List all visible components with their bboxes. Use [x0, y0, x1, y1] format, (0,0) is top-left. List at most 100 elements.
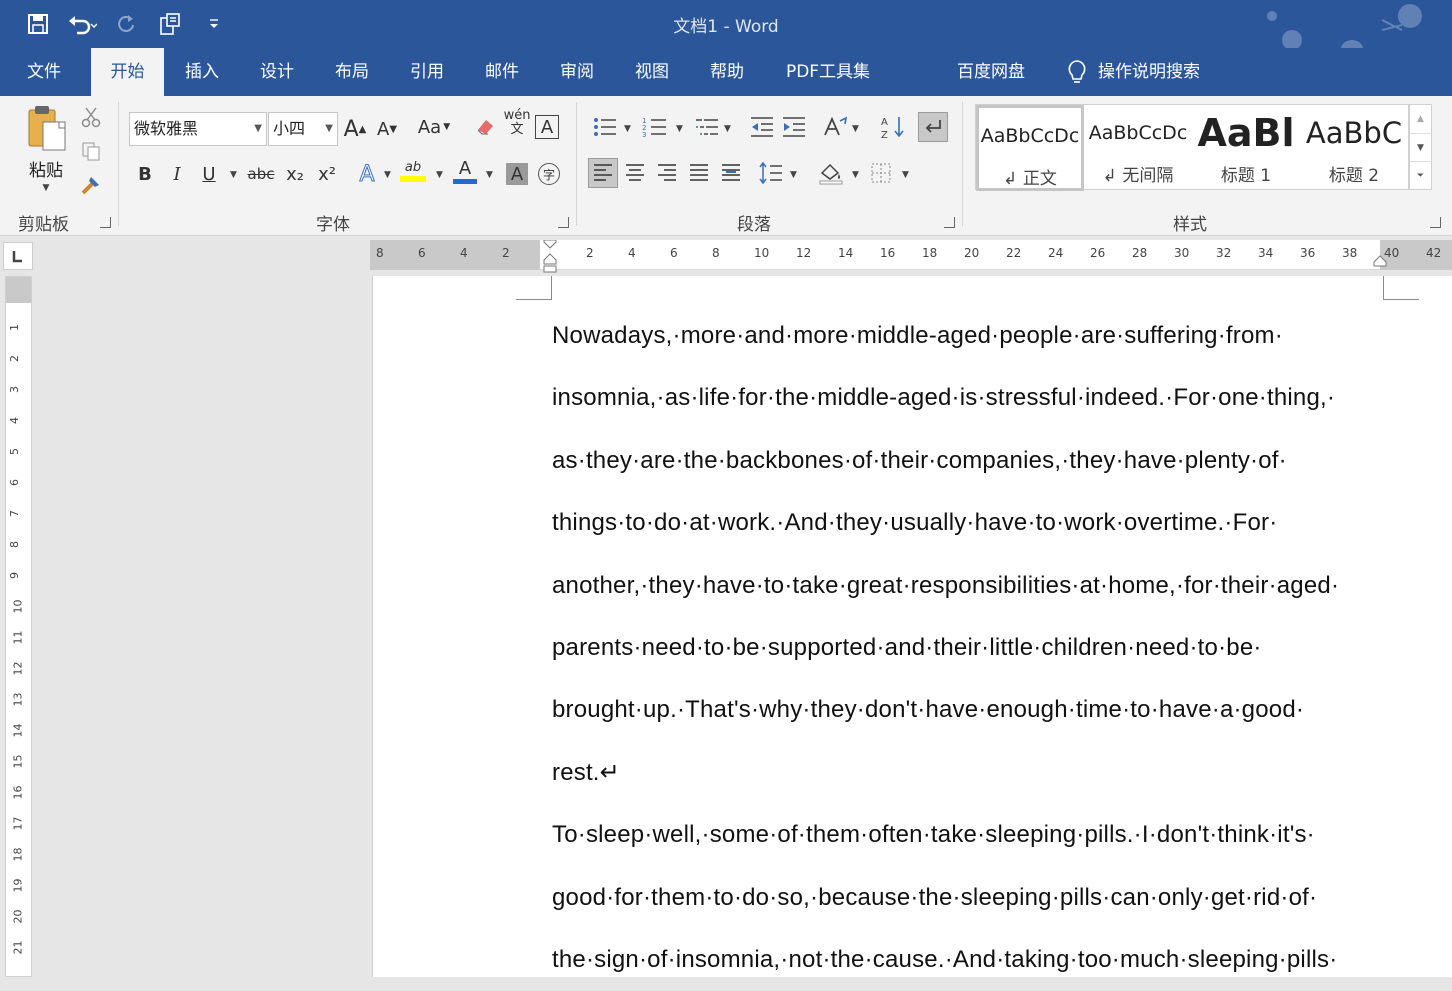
- document-page[interactable]: Nowadays,·more·and·more·middle-aged·peop…: [372, 276, 1452, 977]
- style-normal[interactable]: AaBbCcDc ↲ 正文: [976, 105, 1084, 191]
- paragraph-launcher-icon[interactable]: [944, 217, 955, 228]
- chevron-down-icon[interactable]: ▼: [852, 124, 859, 134]
- ruler-tick: 30: [1174, 246, 1190, 260]
- tab-home[interactable]: 开始: [91, 48, 164, 96]
- right-indent-marker-icon[interactable]: [1372, 254, 1388, 270]
- text-effects-button[interactable]: A: [352, 159, 382, 189]
- font-size-combo[interactable]: 小四 ▼: [268, 112, 338, 146]
- borders-button[interactable]: [866, 158, 896, 188]
- underline-button[interactable]: U: [194, 159, 224, 189]
- shrink-font-button[interactable]: A ▼: [372, 114, 402, 144]
- italic-button[interactable]: I: [162, 159, 192, 189]
- char-shading-button[interactable]: A: [506, 163, 528, 185]
- font-name-combo[interactable]: 微软雅黑 ▼: [129, 112, 267, 146]
- font-size-value: 小四: [273, 119, 306, 138]
- ruler-tick: 4: [8, 417, 21, 424]
- chevron-down-icon[interactable]: ▼: [230, 170, 237, 180]
- tab-view[interactable]: 视图: [622, 48, 682, 96]
- horizontal-ruler[interactable]: 8 6 4 2 2 4 6 8 10 12 14 16 18 20 22 24 26 28 30 32 34 36 38 40…: [370, 240, 1452, 273]
- chevron-down-icon[interactable]: ▼: [624, 124, 631, 134]
- chevron-down-icon[interactable]: ▼: [852, 170, 859, 180]
- paste-button[interactable]: 粘贴 ▼: [18, 104, 74, 204]
- styles-launcher-icon[interactable]: [1430, 217, 1441, 228]
- cut-icon[interactable]: [76, 102, 106, 132]
- highlight-button[interactable]: ab: [398, 156, 428, 186]
- document-line: insomnia,·as·life·for·the·middle-aged·is…: [552, 384, 1336, 412]
- shading-button[interactable]: [816, 158, 846, 188]
- superscript-button[interactable]: x²: [312, 159, 342, 189]
- chinese-layout-button[interactable]: [820, 112, 850, 142]
- tab-insert[interactable]: 插入: [172, 48, 232, 96]
- tab-pdf-tools[interactable]: PDF工具集: [776, 48, 880, 96]
- indent-marker-icon[interactable]: [542, 240, 558, 274]
- increase-indent-button[interactable]: [779, 112, 809, 142]
- chevron-down-icon[interactable]: ▼: [1410, 133, 1431, 161]
- tab-review[interactable]: 审阅: [547, 48, 607, 96]
- copy-icon[interactable]: [76, 136, 106, 166]
- ruler-tick: 6: [8, 479, 21, 486]
- style-heading-1[interactable]: AaBl 标题 1: [1192, 105, 1300, 191]
- styles-gallery: AaBbCcDc ↲ 正文 AaBbCcDc ↲ 无间隔 AaBl 标题 1 A…: [975, 104, 1409, 191]
- crop-mark-right: [1383, 276, 1419, 300]
- enclose-chars-button[interactable]: 字: [534, 159, 564, 189]
- tab-design[interactable]: 设计: [247, 48, 307, 96]
- ruler-tick: 32: [1216, 246, 1232, 260]
- grow-font-button[interactable]: A ▲: [340, 114, 370, 144]
- ruler-tick: 12: [11, 661, 25, 676]
- svg-text:Z: Z: [881, 130, 888, 140]
- text-effects-icon: A: [359, 161, 375, 187]
- subscript-button[interactable]: x₂: [280, 159, 310, 189]
- tell-me-search[interactable]: 操作说明搜索: [1066, 48, 1226, 96]
- strikethrough-button[interactable]: abc: [246, 159, 276, 189]
- numbering-button[interactable]: 123: [640, 112, 670, 142]
- chevron-down-icon[interactable]: ▼: [902, 170, 909, 180]
- chevron-down-icon[interactable]: ▼: [384, 170, 391, 180]
- distributed-button[interactable]: [716, 158, 746, 188]
- justify-button[interactable]: [684, 158, 714, 188]
- style-no-spacing[interactable]: AaBbCcDc ↲ 无间隔: [1084, 105, 1192, 191]
- char-border-button[interactable]: A: [535, 115, 559, 139]
- bullets-button[interactable]: [590, 112, 620, 142]
- document-body[interactable]: Nowadays,·more·and·more·middle-aged·peop…: [552, 305, 1402, 991]
- align-left-button[interactable]: [588, 158, 618, 188]
- chevron-down-icon[interactable]: ▼: [436, 170, 443, 180]
- tab-file[interactable]: 文件: [14, 48, 74, 96]
- tab-selector[interactable]: [3, 242, 33, 270]
- chevron-down-icon[interactable]: ▼: [676, 124, 683, 134]
- tab-help[interactable]: 帮助: [697, 48, 757, 96]
- format-painter-icon[interactable]: [76, 170, 106, 200]
- tab-references[interactable]: 引用: [397, 48, 457, 96]
- clipboard-launcher-icon[interactable]: [100, 217, 111, 228]
- font-launcher-icon[interactable]: [558, 217, 569, 228]
- clear-format-button[interactable]: [470, 112, 500, 142]
- ruler-tick: 8: [376, 246, 384, 260]
- decrease-indent-icon: [751, 117, 773, 137]
- chevron-down-icon[interactable]: ▼: [790, 170, 797, 180]
- multilevel-list-button[interactable]: [692, 112, 722, 142]
- tab-layout[interactable]: 布局: [322, 48, 382, 96]
- ruler-tick: 22: [1006, 246, 1022, 260]
- bold-button[interactable]: B: [130, 159, 160, 189]
- align-center-button[interactable]: [620, 158, 650, 188]
- line-spacing-button[interactable]: [756, 158, 786, 188]
- ruler-tick: 11: [11, 630, 25, 645]
- phonetic-guide-button[interactable]: wén 文: [502, 108, 532, 138]
- sort-button[interactable]: AZ: [878, 112, 908, 142]
- align-right-button[interactable]: [652, 158, 682, 188]
- chevron-down-icon[interactable]: ▼: [486, 170, 493, 180]
- chevron-down-icon[interactable]: ▼: [724, 124, 731, 134]
- change-case-button[interactable]: Aa ▼: [414, 112, 454, 142]
- tab-mailings[interactable]: 邮件: [472, 48, 532, 96]
- group-separator: [576, 102, 577, 226]
- decrease-indent-button[interactable]: [747, 112, 777, 142]
- more-styles-icon[interactable]: ⏷: [1410, 161, 1431, 189]
- chevron-up-icon[interactable]: ▲: [1410, 105, 1431, 133]
- vertical-ruler[interactable]: 1 2 3 4 5 6 7 8 9 10 11 12 13 14 15 16 17 18 19 20 21: [5, 276, 32, 977]
- font-color-button[interactable]: A: [450, 156, 480, 186]
- style-heading-2[interactable]: AaBbC 标题 2: [1300, 105, 1408, 191]
- ruler-tick: 20: [11, 909, 25, 924]
- show-marks-button[interactable]: [918, 112, 948, 142]
- style-preview: AaBbC: [1305, 116, 1403, 150]
- tab-baidu-netdisk[interactable]: 百度网盘: [946, 48, 1036, 96]
- ruler-tick: 1: [8, 324, 21, 331]
